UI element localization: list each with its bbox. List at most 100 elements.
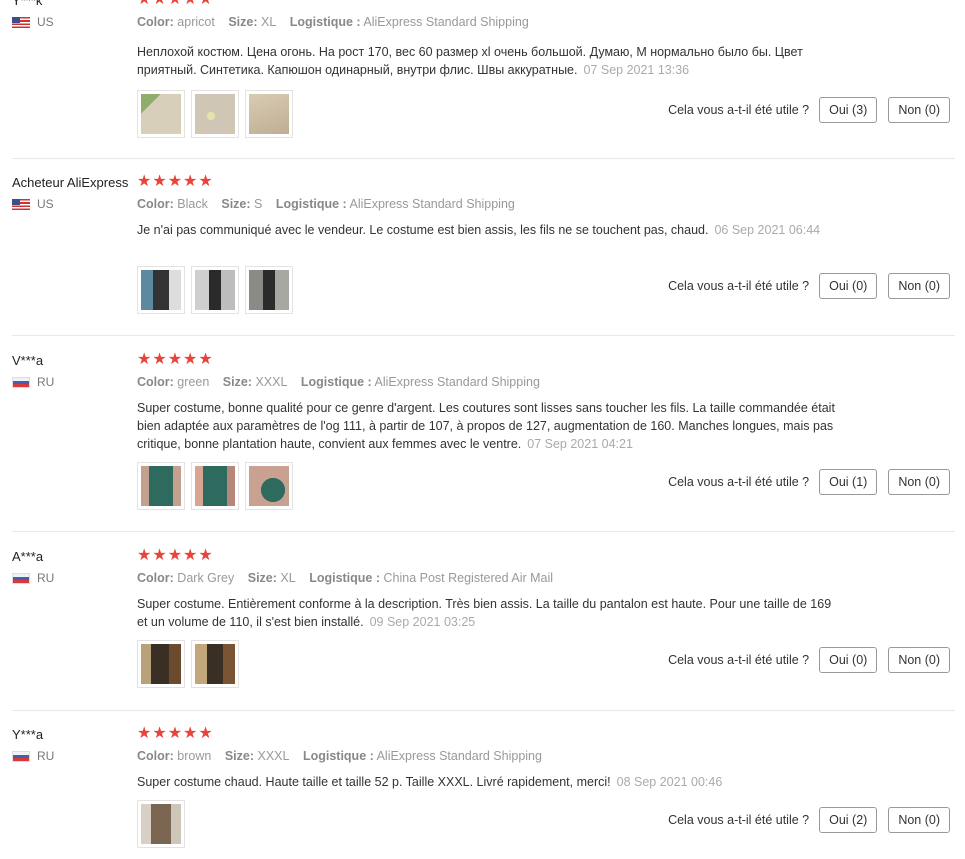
review-photo-thumbnail[interactable]	[191, 266, 239, 314]
helpful-no-button[interactable]: Non (0)	[888, 469, 950, 495]
review-date: 06 Sep 2021 06:44	[714, 223, 821, 237]
size-label: Size:	[247, 571, 277, 585]
logistics-label: Logistique :	[302, 749, 374, 763]
helpful-yes-button[interactable]: Oui (2)	[819, 807, 878, 833]
review-photo-thumbnail[interactable]	[137, 800, 185, 848]
color-label: Color:	[137, 197, 174, 211]
country-code: US	[37, 15, 54, 29]
review-photo-thumbnail[interactable]	[191, 90, 239, 138]
photo-image	[249, 466, 289, 506]
review-date: 07 Sep 2021 13:36	[583, 63, 690, 77]
review-photo-thumbnail[interactable]	[137, 462, 185, 510]
us-flag-icon	[12, 16, 30, 28]
photo-image	[249, 270, 289, 310]
helpful-no-button[interactable]: Non (0)	[888, 647, 950, 673]
review-photos	[137, 90, 293, 138]
helpful-yes-button[interactable]: Oui (0)	[819, 273, 878, 299]
size-value: S	[254, 197, 263, 211]
review-photo-thumbnail[interactable]	[191, 462, 239, 510]
review-body: Super costume, bonne qualité pour ce gen…	[137, 401, 835, 451]
photo-image	[141, 804, 181, 844]
review-item: A***a RU ★★★★★ Color: Dark Grey Size: XL…	[0, 547, 965, 711]
ru-flag-icon	[12, 572, 30, 584]
helpful-no-button[interactable]: Non (0)	[888, 97, 950, 123]
photo-image	[195, 94, 235, 134]
ru-flag-icon	[12, 750, 30, 762]
star-rating: ★★★★★	[137, 173, 214, 190]
review-date: 09 Sep 2021 03:25	[369, 615, 476, 629]
reviewer-name: Acheteur AliExpress	[12, 175, 129, 190]
helpful-question: Cela vous a-t-il été utile ?	[668, 653, 810, 667]
reviewer-name: Y***k	[12, 0, 43, 8]
helpful-yes-button[interactable]: Oui (1)	[819, 469, 878, 495]
review-date: 07 Sep 2021 04:21	[527, 437, 633, 451]
logistics-label: Logistique :	[289, 15, 361, 29]
size-label: Size:	[221, 197, 251, 211]
country-code: US	[37, 197, 54, 211]
review-body: Super costume. Entièrement conforme à la…	[137, 597, 832, 629]
size-value: XL	[280, 571, 296, 585]
us-flag-icon	[12, 198, 30, 210]
size-label: Size:	[224, 749, 255, 763]
helpful-vote: Cela vous a-t-il été utile ? Oui (0) Non…	[668, 647, 950, 673]
review-text: Je n'ai pas communiqué avec le vendeur. …	[137, 221, 837, 239]
star-rating: ★★★★★	[137, 547, 214, 564]
helpful-vote: Cela vous a-t-il été utile ? Oui (3) Non…	[668, 97, 950, 123]
logistics-value: China Post Registered Air Mail	[383, 571, 554, 585]
reviewer-country: RU	[12, 571, 54, 585]
color-value: brown	[177, 749, 212, 763]
country-code: RU	[37, 571, 55, 585]
review-photo-thumbnail[interactable]	[245, 266, 293, 314]
reviewer-country: US	[12, 197, 54, 211]
reviewer-name: V***a	[12, 353, 44, 368]
helpful-no-button[interactable]: Non (0)	[888, 273, 950, 299]
photo-image	[141, 270, 181, 310]
logistics-label: Logistique :	[309, 571, 381, 585]
review-photo-thumbnail[interactable]	[245, 90, 293, 138]
review-text: Super costume, bonne qualité pour ce gen…	[137, 399, 837, 453]
helpful-vote: Cela vous a-t-il été utile ? Oui (2) Non…	[668, 807, 950, 833]
photo-image	[141, 466, 181, 506]
color-value: green	[177, 375, 210, 389]
review-text: Super costume chaud. Haute taille et tai…	[137, 773, 837, 791]
photo-image	[195, 466, 235, 506]
review-body: Je n'ai pas communiqué avec le vendeur. …	[137, 223, 709, 237]
reviewer-name: Y***a	[12, 727, 44, 742]
review-item: Y***a RU ★★★★★ Color: brown Size: XXXL L…	[0, 725, 965, 859]
helpful-vote: Cela vous a-t-il été utile ? Oui (1) Non…	[668, 469, 950, 495]
color-label: Color:	[137, 15, 174, 29]
photo-image	[195, 270, 235, 310]
order-attributes: Color: brown Size: XXXL Logistique : Ali…	[137, 749, 542, 763]
review-photo-thumbnail[interactable]	[137, 640, 185, 688]
review-text: Неплохой костюм. Цена огонь. На рост 170…	[137, 43, 837, 79]
review-photo-thumbnail[interactable]	[137, 266, 185, 314]
size-value: XL	[260, 15, 277, 29]
review-photos	[137, 462, 293, 510]
review-photo-thumbnail[interactable]	[137, 90, 185, 138]
star-rating: ★★★★★	[137, 351, 214, 368]
helpful-yes-button[interactable]: Oui (3)	[819, 97, 878, 123]
review-photos	[137, 640, 239, 688]
size-value: XXXL	[257, 749, 290, 763]
country-code: RU	[37, 375, 55, 389]
star-rating: ★★★★★	[137, 725, 214, 742]
photo-image	[249, 94, 289, 134]
color-label: Color:	[137, 375, 174, 389]
logistics-value: AliExpress Standard Shipping	[376, 749, 542, 763]
review-photo-thumbnail[interactable]	[245, 462, 293, 510]
helpful-yes-button[interactable]: Oui (0)	[819, 647, 878, 673]
ru-flag-icon	[12, 376, 30, 388]
helpful-no-button[interactable]: Non (0)	[888, 807, 950, 833]
order-attributes: Color: Dark Grey Size: XL Logistique : C…	[137, 571, 553, 585]
logistics-label: Logistique :	[300, 375, 372, 389]
review-body: Super costume chaud. Haute taille et tai…	[137, 775, 611, 789]
helpful-question: Cela vous a-t-il été utile ?	[668, 279, 810, 293]
logistics-label: Logistique :	[275, 197, 347, 211]
country-code: RU	[37, 749, 55, 763]
color-label: Color:	[137, 749, 174, 763]
review-photo-thumbnail[interactable]	[191, 640, 239, 688]
photo-image	[141, 94, 181, 134]
color-value: Dark Grey	[177, 571, 235, 585]
logistics-value: AliExpress Standard Shipping	[349, 197, 515, 211]
review-photos	[137, 266, 293, 314]
